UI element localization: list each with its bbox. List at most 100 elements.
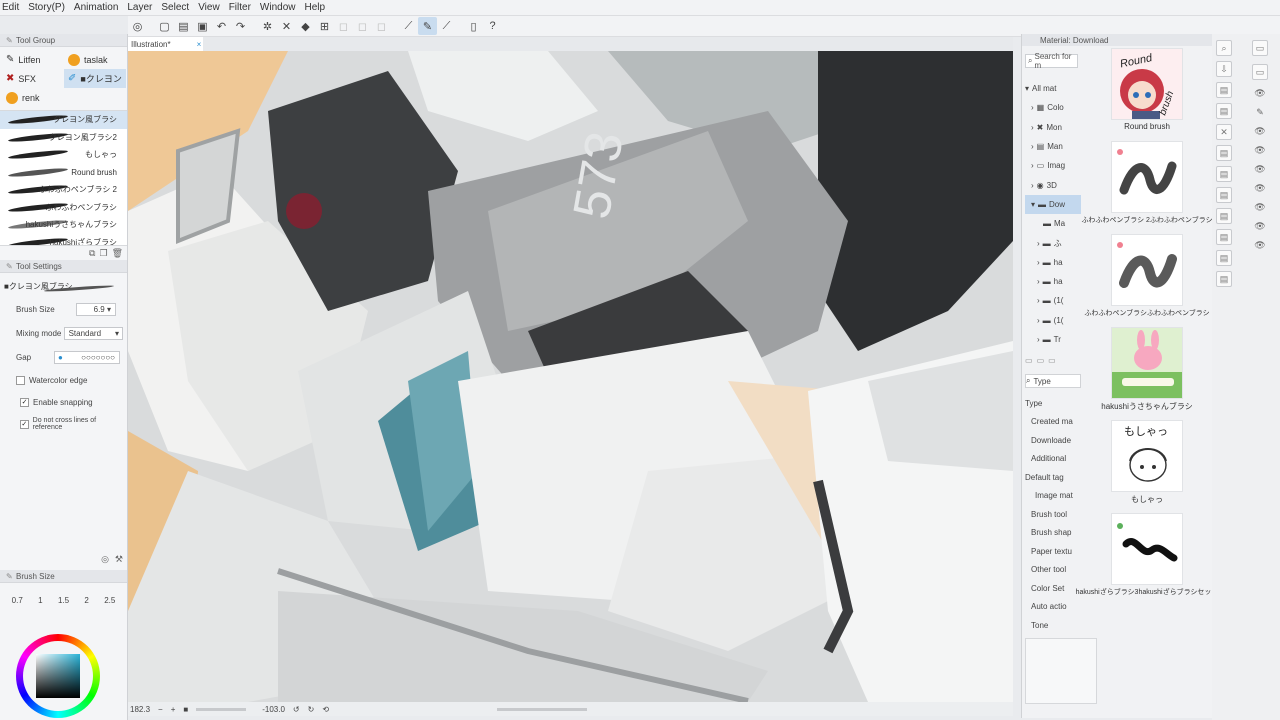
brush-item[interactable]: hakushiざらブラシ — [0, 234, 127, 245]
brush-item[interactable]: クレヨン風ブラシ2 — [0, 129, 127, 147]
tool-taslak[interactable]: taslak — [64, 50, 126, 69]
tree-item[interactable]: › ▭ Imag — [1025, 156, 1081, 175]
new-icon[interactable]: ▢ — [155, 17, 174, 35]
color-wheel[interactable] — [16, 634, 100, 718]
menu-window[interactable]: Window — [260, 2, 305, 13]
brush-size-preset[interactable]: 0.7 — [12, 596, 23, 605]
eye-icon[interactable]: 👁 — [1254, 183, 1265, 194]
eye-icon[interactable]: 👁 — [1254, 88, 1265, 99]
reset-icon[interactable]: ⟲ — [322, 705, 329, 714]
clear-icon[interactable]: ✕ — [277, 17, 296, 35]
lasso-icon[interactable]: ⟋ — [399, 17, 418, 35]
eye-icon[interactable]: 👁 — [1254, 145, 1265, 156]
tool-sfx[interactable]: ✖ SFX — [2, 69, 64, 88]
save-icon[interactable]: ▣ — [193, 17, 212, 35]
tree-item[interactable]: › ▬ Tr — [1025, 330, 1081, 349]
material-item[interactable]: Round brush Round brush — [1086, 48, 1208, 141]
brush-size-preset[interactable]: 1 — [38, 596, 42, 605]
brush-icon[interactable]: ✎ — [418, 17, 437, 35]
tool-litfen[interactable]: ✎ Litfen — [2, 50, 64, 69]
panel-icon[interactable]: ▤ — [1216, 187, 1232, 203]
panel-icon[interactable]: ▤ — [1216, 103, 1232, 119]
canvas-tab[interactable]: Illustration* × — [128, 37, 203, 51]
menu-layer[interactable]: Layer — [127, 2, 161, 13]
fit-icon[interactable]: ■ — [183, 705, 188, 714]
cross-lines-row[interactable]: ✓ Do not cross lines of reference — [4, 413, 123, 435]
panel-icon[interactable]: ▤ — [1216, 229, 1232, 245]
color-saturation-square[interactable] — [36, 654, 80, 698]
tool-renk[interactable]: renk — [2, 88, 64, 107]
tree-item[interactable]: › ▬ ふ — [1025, 233, 1081, 252]
type-item[interactable]: Auto actio — [1025, 598, 1081, 617]
brush-size-preset[interactable]: 1.5 — [58, 596, 69, 605]
type-item[interactable]: Paper textu — [1025, 542, 1081, 561]
folder-delete-icon[interactable]: ▭ — [1048, 356, 1056, 365]
ruler-icon[interactable]: ⟋ — [437, 17, 456, 35]
zoom-slider[interactable] — [196, 707, 247, 711]
tree-item[interactable]: › ▬ (1( — [1025, 311, 1081, 330]
settings-icon[interactable]: ✲ — [258, 17, 277, 35]
close-icon[interactable]: ✕ — [1216, 124, 1232, 140]
tree-item[interactable]: › ▬ (1( — [1025, 291, 1081, 310]
app-icon[interactable]: ◎ — [128, 17, 147, 35]
type-item[interactable]: Tone — [1025, 616, 1081, 635]
help-icon[interactable]: ? — [483, 17, 502, 35]
import-icon[interactable]: ⇩ — [1216, 61, 1232, 77]
trash-icon[interactable]: 🗑 — [112, 248, 123, 259]
tree-item[interactable]: › ▦ Colo — [1025, 98, 1081, 117]
tree-item[interactable]: ▬ Ma — [1025, 214, 1081, 233]
search-icon[interactable]: ⌕ — [1216, 40, 1232, 56]
sub-tool-icon[interactable]: ◎ — [101, 554, 109, 566]
type-item[interactable]: Created ma — [1025, 413, 1081, 432]
type-search[interactable]: ⌕ Type — [1025, 374, 1081, 388]
open-icon[interactable]: ▤ — [174, 17, 193, 35]
tree-item[interactable]: ▾ All mat — [1025, 79, 1081, 98]
menu-help[interactable]: Help — [305, 2, 335, 13]
add-folder-icon[interactable]: ▭ — [1025, 356, 1033, 365]
brush-size-field[interactable]: 6.9 ▾ — [76, 302, 116, 316]
brush-size-preset[interactable]: 2 — [84, 596, 88, 605]
drawing-canvas[interactable]: 573 — [128, 51, 1013, 702]
material-item[interactable]: もしゃっ もしゃっ — [1086, 420, 1208, 513]
menu-story[interactable]: Story(P) — [28, 2, 74, 13]
mixing-mode-select[interactable]: Standard ▾ — [63, 326, 123, 340]
brush-item[interactable]: もしゃっ — [0, 146, 127, 164]
material-item[interactable]: ふわふわペンブラシ 2ふわふわペンブラシ — [1081, 141, 1213, 234]
watercolor-checkbox[interactable] — [16, 375, 25, 385]
redo-icon[interactable]: ↷ — [231, 17, 250, 35]
type-item[interactable]: Additional — [1025, 450, 1081, 469]
eye-icon[interactable]: 👁 — [1254, 164, 1265, 175]
close-icon[interactable]: × — [197, 40, 202, 49]
material-item[interactable]: hakushiうさちゃんブラシ — [1086, 327, 1208, 420]
type-item[interactable]: Type — [1025, 394, 1081, 413]
type-item[interactable]: Brush shap — [1025, 524, 1081, 543]
zoom-in-icon[interactable]: + — [171, 705, 176, 714]
material-item[interactable]: hakushiざらブラシ3hakushiざらブラシセット — [1076, 513, 1218, 606]
folder-copy-icon[interactable]: ▭ — [1037, 356, 1045, 365]
rotate-right-icon[interactable]: ↻ — [308, 705, 315, 714]
type-item[interactable]: Image mat — [1025, 487, 1081, 506]
panel-icon[interactable]: ▤ — [1216, 166, 1232, 182]
tree-item[interactable]: ▾ ▬ Dow — [1025, 194, 1081, 215]
panel-icon[interactable]: ▤ — [1216, 82, 1232, 98]
layer-icon[interactable]: ▭ — [1252, 64, 1268, 80]
panel-icon[interactable]: ▤ — [1216, 250, 1232, 266]
tree-item[interactable]: › ▤ Man — [1025, 137, 1081, 156]
menu-animation[interactable]: Animation — [74, 2, 127, 13]
panel-icon[interactable]: ▤ — [1216, 145, 1232, 161]
zoom-out-icon[interactable]: − — [158, 705, 163, 714]
type-item[interactable]: Brush tool — [1025, 505, 1081, 524]
menu-view[interactable]: View — [198, 2, 229, 13]
material-item[interactable]: ふわふわペンブラシふわふわペンブラシ — [1084, 234, 1210, 327]
rotation-value[interactable]: -103.0 — [262, 705, 285, 714]
material-search[interactable]: ⌕ Search for m — [1025, 52, 1078, 70]
undo-icon[interactable]: ↶ — [212, 17, 231, 35]
tree-item[interactable]: › ▬ ha — [1025, 253, 1081, 272]
copy-icon[interactable]: ❐ — [99, 248, 107, 259]
tree-item[interactable]: › ✖ Mon — [1025, 118, 1081, 137]
brush-item[interactable]: Round brush — [0, 164, 127, 182]
eye-icon[interactable]: 👁 — [1254, 202, 1265, 213]
type-item[interactable]: Downloade — [1025, 431, 1081, 450]
pen-icon[interactable]: ✎ — [1256, 107, 1264, 118]
horizontal-scrollbar[interactable] — [497, 707, 588, 711]
